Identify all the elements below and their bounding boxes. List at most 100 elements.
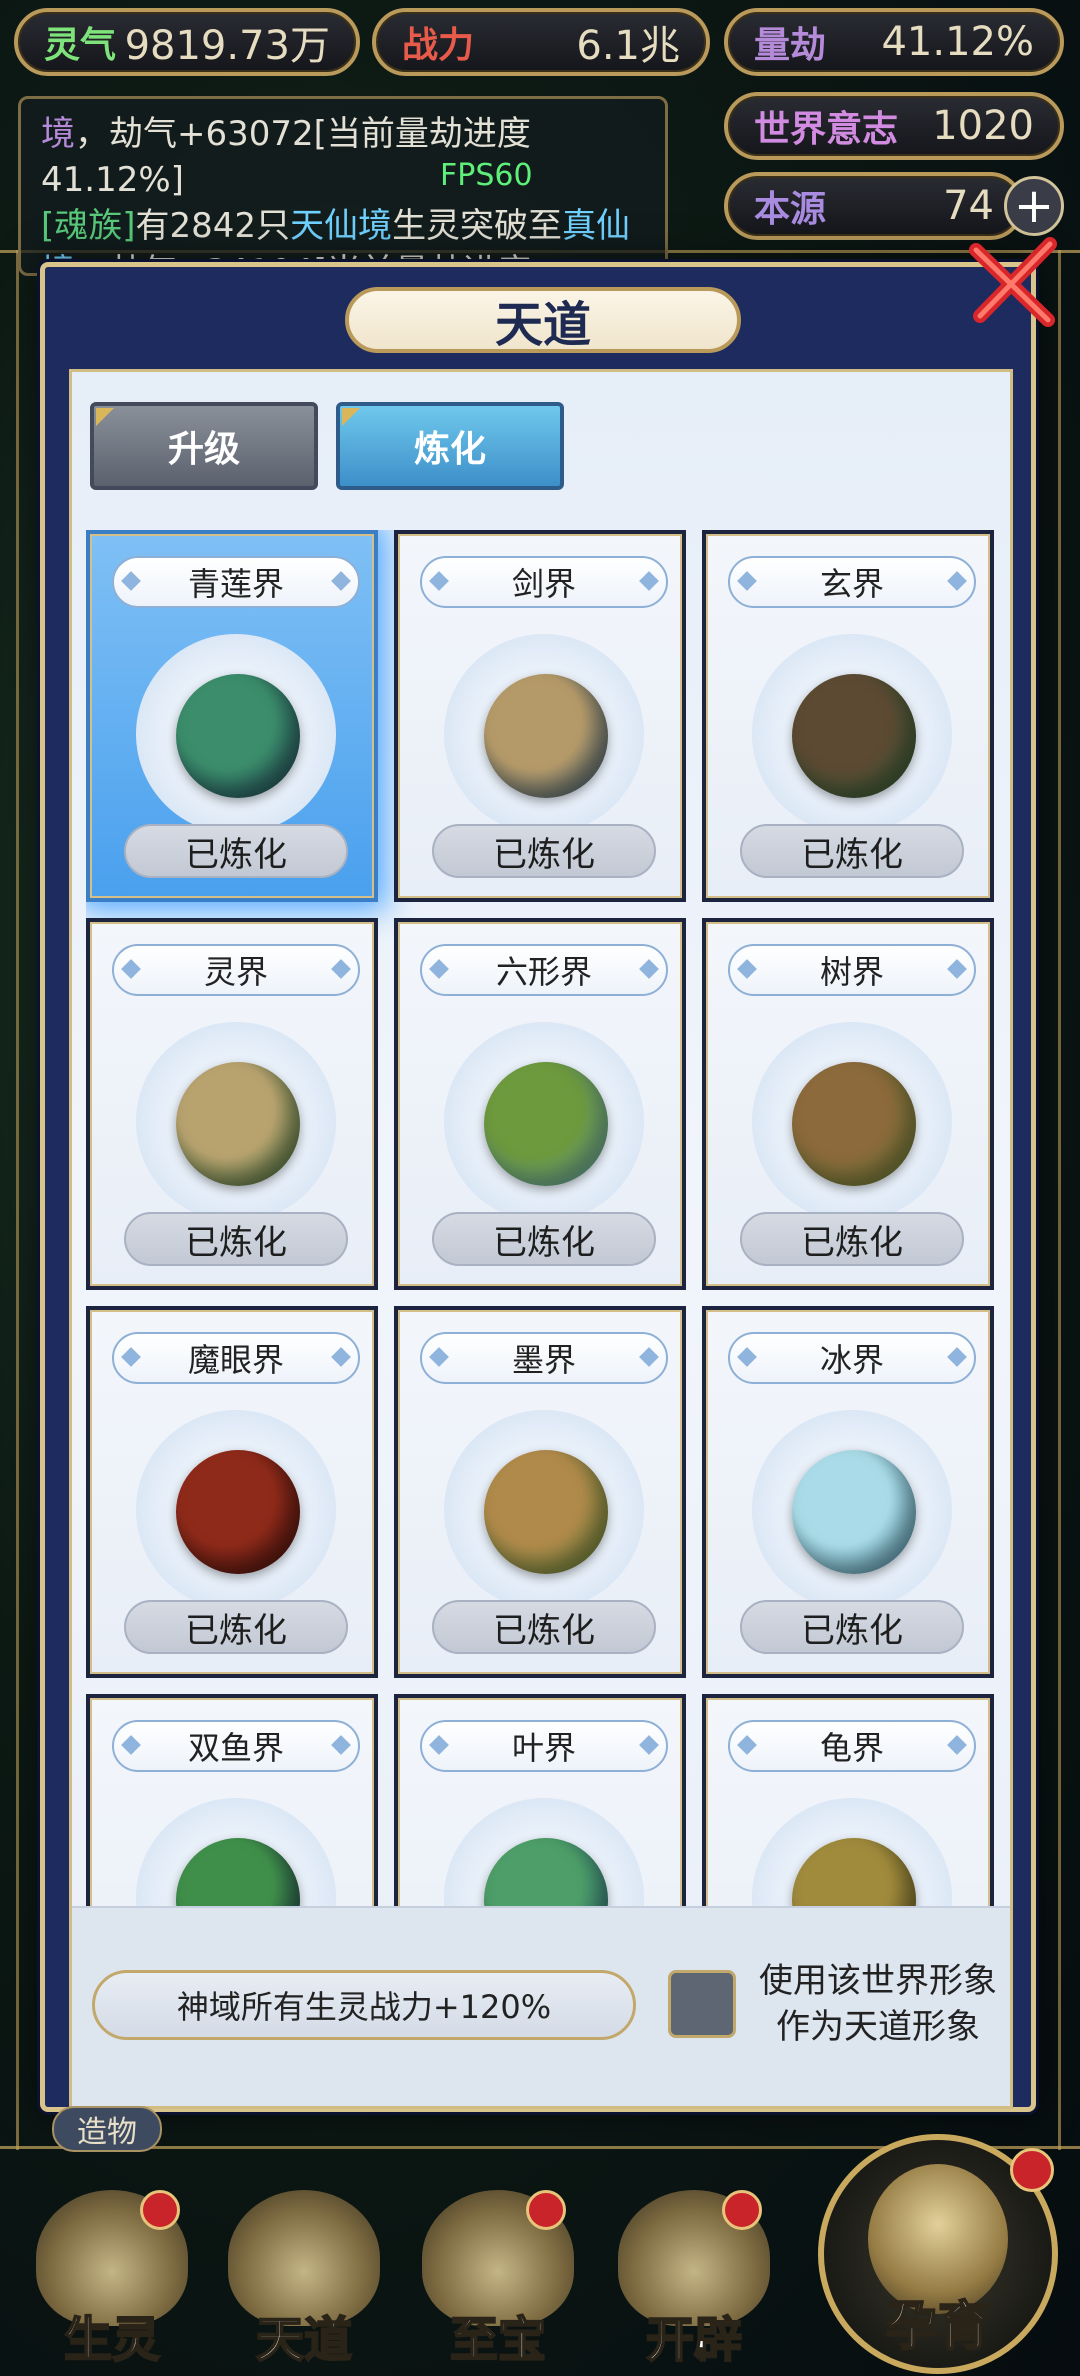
tiandao-modal: 天道 升级 炼化 青莲界 已炼化 剑界 已炼化 玄界 已炼化 灵界 已炼化 六形界 已炼化 树界 已炼… bbox=[40, 262, 1036, 2112]
log-text-3b: 生灵突破至 bbox=[392, 206, 563, 246]
world-card[interactable]: 剑界 已炼化 bbox=[394, 530, 686, 902]
use-image-label-line2: 作为天道形象 bbox=[776, 2007, 980, 2047]
world-name: 青莲界 bbox=[112, 556, 360, 608]
planet-icon bbox=[792, 1450, 916, 1574]
log-line-1: 境，劫气+63072[当前量劫进度 bbox=[41, 111, 645, 157]
lingqi-display: 灵气 9819.73万 bbox=[14, 8, 360, 76]
planet-icon bbox=[792, 1062, 916, 1186]
nav-tiandao-label: 天道 bbox=[255, 2311, 353, 2369]
nav-kaipi[interactable]: 开辟 bbox=[604, 2190, 784, 2370]
refined-status-badge: 已炼化 bbox=[740, 1212, 964, 1266]
zhanli-value: 6.1兆 bbox=[576, 23, 680, 69]
liangjie-value: 41.12% bbox=[881, 19, 1034, 65]
nav-zhibao-label: 至宝 bbox=[449, 2311, 547, 2369]
benyuan-value: 74 bbox=[943, 183, 994, 229]
world-card[interactable]: 灵界 已炼化 bbox=[86, 918, 378, 1290]
fps-counter: FPS60 bbox=[440, 158, 533, 193]
notification-dot-icon bbox=[1010, 2148, 1054, 2192]
world-name: 叶界 bbox=[420, 1720, 668, 1772]
bonus-badge: 神域所有生灵战力+120% bbox=[92, 1970, 636, 2040]
log-realm-prefix: 境 bbox=[41, 114, 75, 154]
zhanli-label: 战力 bbox=[402, 24, 475, 66]
world-card[interactable]: 叶界 bbox=[394, 1694, 686, 1906]
log-clan-tag: [魂族] bbox=[41, 206, 136, 246]
world-name: 墨界 bbox=[420, 1332, 668, 1384]
refined-status-badge: 已炼化 bbox=[124, 1600, 348, 1654]
refined-status-badge: 已炼化 bbox=[740, 824, 964, 878]
liangjie-display: 量劫 41.12% bbox=[724, 8, 1064, 76]
modal-title: 天道 bbox=[345, 287, 741, 353]
nav-tiandao[interactable]: 天道 bbox=[214, 2190, 394, 2370]
world-card[interactable]: 青莲界 已炼化 bbox=[86, 530, 378, 902]
world-name: 灵界 bbox=[112, 944, 360, 996]
world-card[interactable]: 龟界 bbox=[702, 1694, 994, 1906]
planet-icon bbox=[484, 1062, 608, 1186]
log-line-2: 41.12%] bbox=[41, 160, 184, 200]
log-text-3: 有2842只 bbox=[135, 206, 291, 246]
refined-status-badge: 已炼化 bbox=[432, 1600, 656, 1654]
world-card[interactable]: 双鱼界 bbox=[86, 1694, 378, 1906]
nav-kaipi-label: 开辟 bbox=[645, 2311, 743, 2369]
nav-shengling[interactable]: 生灵 bbox=[22, 2190, 202, 2370]
liangjie-label: 量劫 bbox=[754, 24, 827, 66]
notification-dot-icon bbox=[722, 2190, 762, 2230]
tab-refine[interactable]: 炼化 bbox=[336, 402, 564, 490]
log-text-1: ，劫气+63072[当前量劫进度 bbox=[75, 114, 531, 154]
world-name: 双鱼界 bbox=[112, 1720, 360, 1772]
zaowu-button[interactable]: 造物 bbox=[52, 2106, 162, 2152]
world-name: 龟界 bbox=[728, 1720, 976, 1772]
planet-icon bbox=[176, 1062, 300, 1186]
lingqi-value: 9819.73万 bbox=[124, 23, 330, 69]
event-log: 境，劫气+63072[当前量劫进度 41.12%] [魂族]有2842只天仙境生… bbox=[18, 96, 668, 276]
zhanli-display: 战力 6.1兆 bbox=[372, 8, 710, 76]
world-card[interactable]: 墨界 已炼化 bbox=[394, 1306, 686, 1678]
benyuan-add-button[interactable]: + bbox=[1004, 176, 1064, 236]
planet-icon bbox=[176, 1450, 300, 1574]
world-name: 六形界 bbox=[420, 944, 668, 996]
world-name: 玄界 bbox=[728, 556, 976, 608]
world-card-grid[interactable]: 青莲界 已炼化 剑界 已炼化 玄界 已炼化 灵界 已炼化 六形界 已炼化 树界 已炼化 魔眼界 已炼化 墨界… bbox=[86, 530, 1002, 1906]
tab-upgrade[interactable]: 升级 bbox=[90, 402, 318, 490]
log-realm-1: 天仙境 bbox=[290, 206, 393, 246]
refined-status-badge: 已炼化 bbox=[432, 1212, 656, 1266]
use-image-label-line1: 使用该世界形象 bbox=[759, 1961, 997, 2001]
refined-status-badge: 已炼化 bbox=[432, 824, 656, 878]
modal-content: 升级 炼化 青莲界 已炼化 剑界 已炼化 玄界 已炼化 灵界 已炼化 六形界 已炼化 树界 已炼化 魔眼… bbox=[69, 369, 1013, 2109]
shijie-value: 1020 bbox=[932, 103, 1034, 149]
world-name: 魔眼界 bbox=[112, 1332, 360, 1384]
planet-icon bbox=[484, 1450, 608, 1574]
world-name: 剑界 bbox=[420, 556, 668, 608]
world-card[interactable]: 树界 已炼化 bbox=[702, 918, 994, 1290]
close-icon[interactable] bbox=[968, 236, 1060, 328]
tab-refine-label: 炼化 bbox=[413, 429, 486, 470]
shijie-display: 世界意志 1020 bbox=[724, 92, 1064, 160]
world-name: 冰界 bbox=[728, 1332, 976, 1384]
nav-yunyu-label: 孕育 bbox=[885, 2295, 991, 2358]
benyuan-display: 本源 74 bbox=[724, 172, 1024, 240]
world-name: 树界 bbox=[728, 944, 976, 996]
planet-icon bbox=[484, 674, 608, 798]
lingqi-label: 灵气 bbox=[44, 24, 117, 66]
log-line-3: [魂族]有2842只天仙境生灵突破至真仙 bbox=[41, 203, 645, 249]
log-realm-2: 真仙 bbox=[562, 206, 631, 246]
nav-yunyu[interactable]: 孕育 bbox=[818, 2134, 1068, 2374]
notification-dot-icon bbox=[526, 2190, 566, 2230]
decor-line-left bbox=[16, 250, 19, 2150]
world-card[interactable]: 六形界 已炼化 bbox=[394, 918, 686, 1290]
planet-icon bbox=[176, 674, 300, 798]
tab-corner-icon bbox=[342, 408, 360, 426]
notification-dot-icon bbox=[140, 2190, 180, 2230]
refined-status-badge: 已炼化 bbox=[124, 1212, 348, 1266]
use-image-label: 使用该世界形象 作为天道形象 bbox=[748, 1958, 1008, 2050]
world-card[interactable]: 玄界 已炼化 bbox=[702, 530, 994, 902]
planet-icon bbox=[792, 674, 916, 798]
world-card[interactable]: 冰界 已炼化 bbox=[702, 1306, 994, 1678]
nav-shengling-label: 生灵 bbox=[63, 2311, 161, 2369]
world-card[interactable]: 魔眼界 已炼化 bbox=[86, 1306, 378, 1678]
tab-upgrade-label: 升级 bbox=[167, 429, 240, 470]
decor-line-right bbox=[1058, 250, 1061, 2150]
nav-zhibao[interactable]: 至宝 bbox=[408, 2190, 588, 2370]
use-image-checkbox[interactable] bbox=[668, 1970, 736, 2038]
tab-corner-icon bbox=[96, 408, 114, 426]
refined-status-badge: 已炼化 bbox=[740, 1600, 964, 1654]
